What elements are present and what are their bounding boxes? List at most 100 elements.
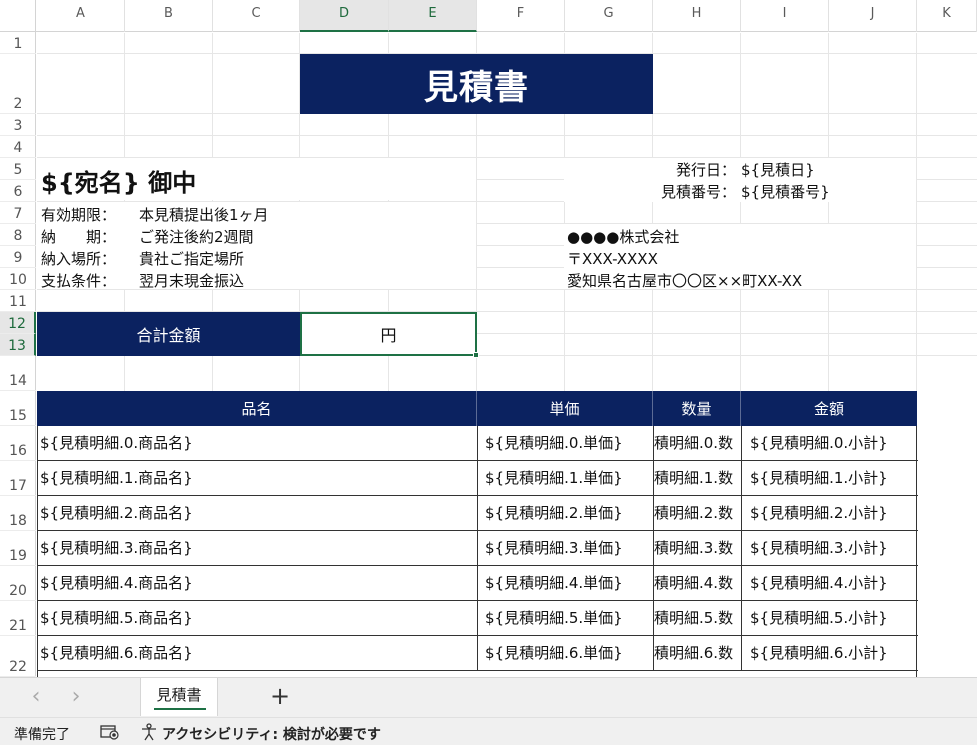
add-sheet-button[interactable]: +	[266, 682, 294, 710]
row-header-1[interactable]: 1	[0, 33, 36, 54]
cell-unit-price[interactable]: ${見積明細.2.単価}	[477, 496, 654, 530]
row-header-14[interactable]: 14	[0, 356, 36, 391]
cell-amount[interactable]: ${見積明細.5.小計}	[741, 601, 917, 635]
cell-amount[interactable]: ${見積明細.0.小計}	[741, 426, 917, 460]
term-value-location: 貴社ご指定場所	[139, 250, 245, 268]
column-header-k[interactable]: K	[917, 0, 977, 32]
cell-quantity[interactable]: 積明細.4.数	[653, 566, 742, 600]
column-header-i[interactable]: I	[741, 0, 829, 32]
sheet-tabs-bar: ‹ › 見積書 +	[0, 677, 977, 717]
column-header-bar: A B C D E F G H I J K	[0, 0, 977, 32]
row-header-22[interactable]: 22	[0, 636, 36, 677]
macro-recording-icon[interactable]	[100, 724, 120, 740]
column-header-g[interactable]: G	[565, 0, 653, 32]
status-bar: 準備完了 アクセシビリティ: 検討が必要です	[0, 717, 977, 745]
column-header-c[interactable]: C	[213, 0, 300, 32]
company-address: 愛知県名古屋市〇〇区××町XX-XX	[567, 272, 803, 290]
row-header-18[interactable]: 18	[0, 496, 36, 531]
column-header-a[interactable]: A	[37, 0, 125, 32]
cell-quantity[interactable]: 積明細.1.数	[653, 461, 742, 495]
cell-item-name[interactable]: ${見積明細.4.商品名}	[40, 566, 478, 600]
table-row[interactable]: ${見積明細.3.商品名} ${見積明細.3.単価} 積明細.3.数 ${見積明…	[38, 531, 918, 566]
quote-number-label: 見積番号：	[660, 183, 736, 201]
cell-quantity[interactable]: 積明細.5.数	[653, 601, 742, 635]
row-header-5[interactable]: 5	[0, 158, 36, 180]
gridline	[37, 135, 977, 136]
prev-sheet-icon[interactable]: ‹	[26, 684, 46, 710]
header-unit-price: 単価	[477, 391, 653, 426]
worksheet-grid[interactable]: 見積書 ${宛名} 御中 発行日： ${見積日} 見積番号： ${見積番号} 有…	[37, 33, 977, 677]
table-row[interactable]: ${見積明細.1.商品名} ${見積明細.1.単価} 積明細.1.数 ${見積明…	[38, 461, 918, 496]
row-header-7[interactable]: 7	[0, 202, 36, 224]
row-header-10[interactable]: 10	[0, 268, 36, 290]
cell-quantity[interactable]: 積明細.3.数	[653, 531, 742, 565]
cell-amount[interactable]: ${見積明細.2.小計}	[741, 496, 917, 530]
accessibility-status[interactable]: アクセシビリティ: 検討が必要です	[162, 724, 381, 744]
row-header-6[interactable]: 6	[0, 180, 36, 202]
row-header-17[interactable]: 17	[0, 461, 36, 496]
row-header-2[interactable]: 2	[0, 54, 36, 114]
column-header-e[interactable]: E	[389, 0, 477, 32]
row-header-16[interactable]: 16	[0, 426, 36, 461]
cell-item-name[interactable]: ${見積明細.5.商品名}	[40, 601, 478, 635]
row-header-8[interactable]: 8	[0, 224, 36, 246]
cell-unit-price[interactable]: ${見積明細.6.単価}	[477, 636, 654, 670]
recipient-name: ${宛名} 御中	[41, 169, 197, 197]
cell-amount[interactable]: ${見積明細.3.小計}	[741, 531, 917, 565]
row-header-11[interactable]: 11	[0, 290, 36, 312]
cell-quantity[interactable]: 積明細.2.数	[653, 496, 742, 530]
issue-date-label: 発行日：	[675, 161, 736, 179]
select-all-corner[interactable]	[0, 0, 36, 32]
row-header-3[interactable]: 3	[0, 114, 36, 136]
table-row[interactable]: ${見積明細.2.商品名} ${見積明細.2.単価} 積明細.2.数 ${見積明…	[38, 496, 918, 531]
cell-unit-price[interactable]: ${見積明細.3.単価}	[477, 531, 654, 565]
column-header-b[interactable]: B	[125, 0, 213, 32]
status-ready: 準備完了	[14, 727, 70, 743]
cell-unit-price[interactable]: ${見積明細.5.単価}	[477, 601, 654, 635]
row-header-21[interactable]: 21	[0, 601, 36, 636]
fill-handle[interactable]	[473, 352, 479, 358]
term-label-location: 納入場所：	[41, 250, 117, 268]
term-label-validity: 有効期限：	[41, 206, 117, 224]
sheet-tab-active[interactable]: 見積書	[140, 678, 218, 716]
row-header-4[interactable]: 4	[0, 136, 36, 158]
row-header-15[interactable]: 15	[0, 391, 36, 426]
company-name: ●●●●株式会社	[567, 228, 680, 246]
cell-amount[interactable]: ${見積明細.1.小計}	[741, 461, 917, 495]
table-row[interactable]: ${見積明細.0.商品名} ${見積明細.0.単価} 積明細.0.数 ${見積明…	[38, 426, 918, 461]
column-header-j[interactable]: J	[829, 0, 917, 32]
cell-item-name[interactable]: ${見積明細.1.商品名}	[40, 461, 478, 495]
cell-amount[interactable]: ${見積明細.6.小計}	[741, 636, 917, 670]
row-header-20[interactable]: 20	[0, 566, 36, 601]
header-quantity: 数量	[653, 391, 741, 426]
cell-unit-price[interactable]: ${見積明細.0.単価}	[477, 426, 654, 460]
cell-unit-price[interactable]: ${見積明細.4.単価}	[477, 566, 654, 600]
cell-amount[interactable]: ${見積明細.4.小計}	[741, 566, 917, 600]
cell-item-name[interactable]: ${見積明細.0.商品名}	[40, 426, 478, 460]
column-header-f[interactable]: F	[477, 0, 565, 32]
header-amount: 金額	[813, 400, 844, 418]
table-row[interactable]: ${見積明細.5.商品名} ${見積明細.5.単価} 積明細.5.数 ${見積明…	[38, 601, 918, 636]
table-row[interactable]: ${見積明細.4.商品名} ${見積明細.4.単価} 積明細.4.数 ${見積明…	[38, 566, 918, 601]
row-header-19[interactable]: 19	[0, 531, 36, 566]
cell-item-name[interactable]: ${見積明細.2.商品名}	[40, 496, 478, 530]
column-header-h[interactable]: H	[653, 0, 741, 32]
table-row[interactable]: ${見積明細.6.商品名} ${見積明細.6.単価} 積明細.6.数 ${見積明…	[38, 636, 918, 671]
sheet-tab-label: 見積書	[156, 686, 202, 704]
accessibility-icon[interactable]	[140, 723, 158, 741]
quote-number-value: ${見積番号}	[741, 183, 830, 201]
row-header-13[interactable]: 13	[0, 334, 36, 356]
row-header-12[interactable]: 12	[0, 312, 36, 334]
total-amount-cell[interactable]: 円	[300, 312, 477, 356]
term-label-payment: 支払条件：	[41, 272, 117, 290]
cell-quantity[interactable]: 積明細.6.数	[653, 636, 742, 670]
cell-item-name[interactable]: ${見積明細.6.商品名}	[40, 636, 478, 670]
cell-unit-price[interactable]: ${見積明細.1.単価}	[477, 461, 654, 495]
row-header-9[interactable]: 9	[0, 246, 36, 268]
term-value-delivery: ご発注後約2週間	[139, 228, 254, 246]
cell-item-name[interactable]: ${見積明細.3.商品名}	[40, 531, 478, 565]
items-table-header: 品名 単価 数量 金額	[37, 391, 917, 426]
next-sheet-icon[interactable]: ›	[66, 684, 86, 710]
cell-quantity[interactable]: 積明細.0.数	[653, 426, 742, 460]
column-header-d[interactable]: D	[300, 0, 389, 32]
